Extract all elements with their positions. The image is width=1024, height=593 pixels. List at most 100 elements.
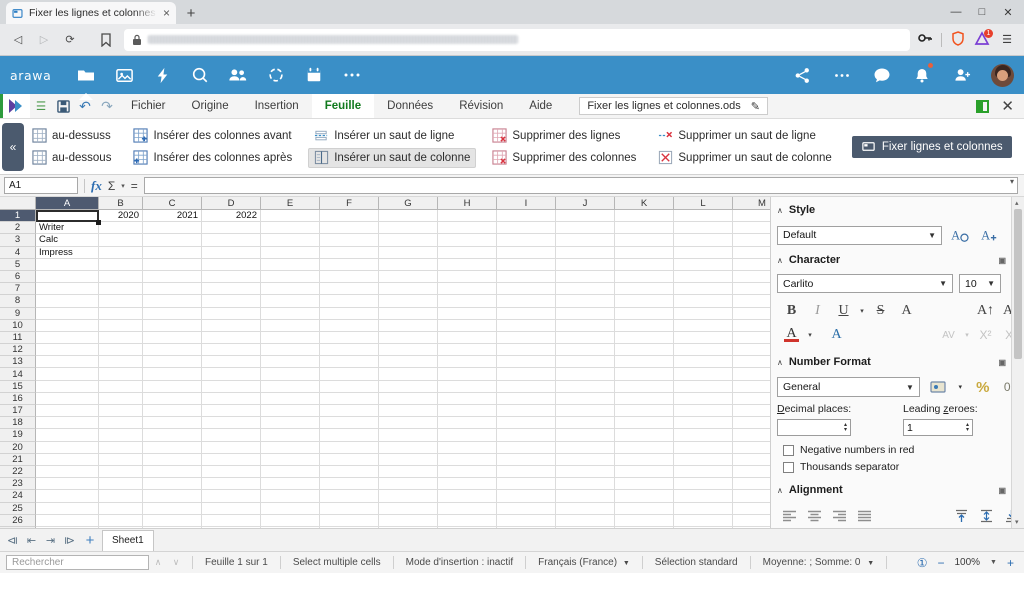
row-header-17[interactable]: 17 [0, 405, 36, 418]
cell-E23[interactable] [261, 478, 320, 491]
align-top-button[interactable] [949, 505, 974, 527]
cell-F1[interactable] [320, 210, 379, 223]
cell-B5[interactable] [99, 258, 143, 271]
font-name-select[interactable]: Carlito ▼ [777, 274, 953, 293]
cell-A5[interactable] [36, 258, 99, 271]
cell-J16[interactable] [556, 392, 615, 405]
cell-E24[interactable] [261, 490, 320, 503]
bold-button[interactable]: B [779, 300, 804, 322]
cell-M20[interactable] [733, 442, 770, 454]
cell-M14[interactable] [733, 368, 770, 381]
cell-M4[interactable] [733, 247, 770, 259]
cell-B27[interactable] [99, 526, 143, 528]
cell-M21[interactable] [733, 454, 770, 466]
cell-E18[interactable] [261, 417, 320, 430]
cell-D13[interactable] [202, 356, 261, 369]
cell-E14[interactable] [261, 368, 320, 381]
cell-H20[interactable] [438, 441, 497, 454]
cell-L24[interactable] [674, 490, 733, 503]
select-all-corner[interactable] [0, 197, 36, 210]
cell-A2[interactable]: Writer [36, 222, 99, 235]
cell-C15[interactable] [143, 380, 202, 393]
cell-F6[interactable] [320, 270, 379, 284]
cell-M25[interactable] [733, 503, 770, 515]
cell-F5[interactable] [320, 258, 379, 271]
cell-L16[interactable] [674, 392, 733, 405]
cell-E25[interactable] [261, 502, 320, 515]
menu-origine[interactable]: Origine [179, 94, 242, 118]
cell-K5[interactable] [615, 258, 674, 271]
document-name-field[interactable]: Fixer les lignes et colonnes.ods ✎ [579, 97, 769, 115]
cell-A20[interactable] [36, 441, 99, 454]
cell-L5[interactable] [674, 258, 733, 271]
cell-A25[interactable] [36, 502, 99, 515]
cell-I9[interactable] [497, 307, 556, 320]
cell-J15[interactable] [556, 380, 615, 393]
cell-D5[interactable] [202, 258, 261, 271]
column-header-E[interactable]: E [261, 197, 320, 210]
cell-I17[interactable] [497, 405, 556, 418]
add-sheet-button[interactable]: + [80, 532, 100, 549]
cell-L17[interactable] [674, 405, 733, 418]
rename-pencil-icon[interactable]: ✎ [751, 100, 760, 113]
cell-K2[interactable] [615, 222, 674, 235]
cell-C22[interactable] [143, 465, 202, 479]
cell-C12[interactable] [143, 344, 202, 357]
cell-K26[interactable] [615, 514, 674, 527]
cell-H1[interactable] [438, 210, 497, 223]
cell-K15[interactable] [615, 380, 674, 393]
cell-C11[interactable] [143, 331, 202, 345]
insert-columns-before-button[interactable]: Insérer des colonnes avant [127, 126, 298, 146]
sidebar-toggle-icon[interactable]: ☰ [30, 94, 52, 118]
sidebar-scroll-thumb[interactable] [1014, 209, 1022, 359]
cell-D11[interactable] [202, 331, 261, 345]
app-contacts-icon[interactable] [219, 56, 257, 94]
cell-A13[interactable] [36, 356, 99, 369]
cell-L22[interactable] [674, 465, 733, 479]
cell-E12[interactable] [261, 344, 320, 357]
cell-J4[interactable] [556, 246, 615, 259]
app-calendar-icon[interactable] [295, 56, 333, 94]
cell-F7[interactable] [320, 283, 379, 296]
cell-C8[interactable] [143, 295, 202, 308]
cell-F9[interactable] [320, 307, 379, 320]
cell-G22[interactable] [379, 465, 438, 479]
cell-B24[interactable] [99, 490, 143, 503]
cell-K14[interactable] [615, 368, 674, 381]
thousands-separator-checkbox[interactable] [783, 461, 794, 473]
cell-F19[interactable] [320, 429, 379, 442]
cell-D6[interactable] [202, 270, 261, 284]
cell-D26[interactable] [202, 514, 261, 527]
row-header-19[interactable]: 19 [0, 429, 36, 442]
cell-C14[interactable] [143, 368, 202, 381]
row-header-25[interactable]: 25 [0, 502, 36, 515]
column-header-B[interactable]: B [99, 197, 143, 210]
cell-F11[interactable] [320, 331, 379, 345]
cell-G2[interactable] [379, 222, 438, 235]
address-bar[interactable] [124, 28, 910, 51]
row-header-10[interactable]: 10 [0, 319, 36, 332]
cell-E8[interactable] [261, 295, 320, 308]
cell-F27[interactable] [320, 526, 379, 528]
cell-J21[interactable] [556, 453, 615, 466]
cell-I4[interactable] [497, 246, 556, 259]
cell-J14[interactable] [556, 368, 615, 381]
cell-A14[interactable] [36, 368, 99, 381]
cell-J6[interactable] [556, 270, 615, 284]
column-header-D[interactable]: D [202, 197, 261, 210]
cell-M23[interactable] [733, 478, 770, 491]
menu-fichier[interactable]: Fichier [118, 94, 179, 118]
cell-E3[interactable] [261, 234, 320, 247]
cell-E20[interactable] [261, 441, 320, 454]
cell-H11[interactable] [438, 331, 497, 345]
row-header-7[interactable]: 7 [0, 283, 36, 296]
row-header-2[interactable]: 2 [0, 222, 36, 235]
insert-mode-status[interactable]: Mode d'insertion : inactif [401, 556, 519, 569]
cell-B13[interactable] [99, 356, 143, 369]
cell-L3[interactable] [674, 234, 733, 247]
cell-B26[interactable] [99, 514, 143, 527]
cell-C27[interactable] [143, 526, 202, 528]
sum-icon[interactable]: Σ [108, 179, 115, 193]
cell-D16[interactable] [202, 392, 261, 405]
cell-H26[interactable] [438, 514, 497, 527]
